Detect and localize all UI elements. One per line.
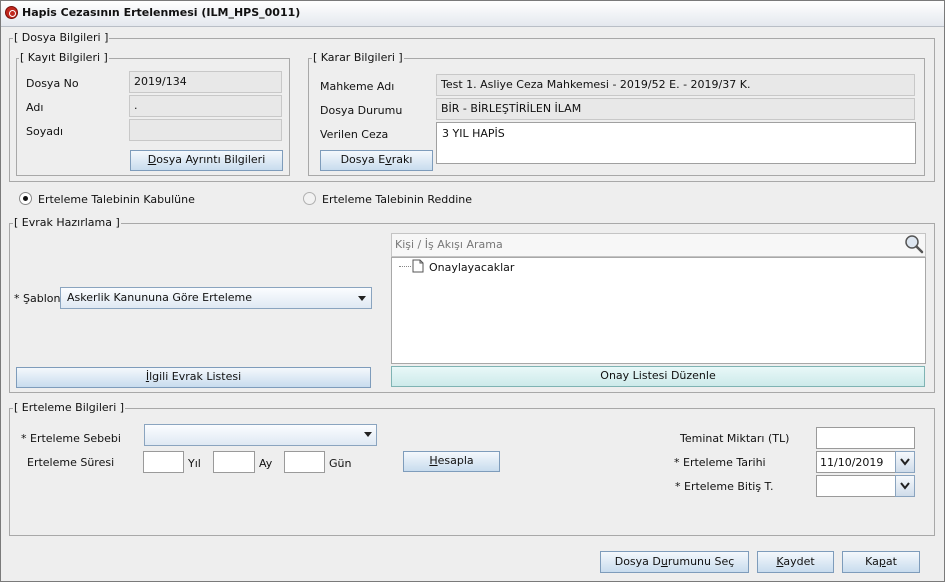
button-label: lgili Evrak Listesi	[149, 370, 242, 383]
sablon-dropdown-icon[interactable]	[358, 296, 366, 301]
adi-field: .	[129, 95, 282, 117]
yil-label: Yıl	[188, 457, 201, 470]
button-label-end: rumunu Seç	[667, 555, 735, 568]
erteleme-bilgileri-legend: [ Erteleme Bilgileri ]	[13, 401, 126, 414]
button-mnemonic: H	[429, 454, 438, 467]
search-icon[interactable]	[903, 234, 925, 254]
soyadi-field	[129, 119, 282, 141]
dosya-durumu-field: BİR - BİRLEŞTİRİLEN İLAM	[436, 98, 915, 120]
kayit-bilgileri-legend: [ Kayıt Bilgileri ]	[19, 51, 109, 64]
dosya-bilgileri-legend: [ Dosya Bilgileri ]	[13, 31, 110, 44]
dosya-evraki-button[interactable]: Dosya Evrakı	[320, 150, 433, 171]
yil-input[interactable]	[143, 451, 184, 473]
verilen-ceza-field[interactable]: 3 YIL HAPİS	[436, 122, 916, 164]
kabul-radio-label[interactable]: Erteleme Talebinin Kabulüne	[38, 193, 195, 206]
tree-item-onaylayacaklar[interactable]: Onaylayacaklar	[429, 261, 514, 274]
button-label-start: Dosya D	[614, 555, 661, 568]
gun-input[interactable]	[284, 451, 325, 473]
onay-listesi-duzenle-button[interactable]: Onay Listesi Düzenle	[391, 366, 925, 387]
mahkeme-adi-label: Mahkeme Adı	[320, 80, 395, 93]
tree-connector	[399, 266, 411, 267]
button-mnemonic: D	[147, 153, 157, 166]
verilen-ceza-label: Verilen Ceza	[320, 128, 389, 141]
soyadi-label: Soyadı	[26, 125, 64, 138]
button-label: osya Ayrıntı Bilgileri	[156, 153, 266, 166]
adi-label: Adı	[26, 101, 44, 114]
erteleme-tarihi-label: * Erteleme Tarihi	[674, 456, 766, 469]
erteleme-tarihi-input[interactable]: 11/10/2019	[816, 451, 896, 473]
ilgili-evrak-listesi-button[interactable]: İlgili Evrak Listesi	[16, 367, 371, 388]
button-label: esapla	[437, 454, 474, 467]
button-label-end: rakı	[391, 153, 413, 166]
document-icon	[412, 259, 424, 273]
erteleme-bitis-input[interactable]	[816, 475, 896, 497]
karar-bilgileri-legend: [ Karar Bilgileri ]	[312, 51, 404, 64]
mahkeme-adi-field: Test 1. Asliye Ceza Mahkemesi - 2019/52 …	[436, 74, 915, 96]
teminat-miktari-input[interactable]	[816, 427, 915, 449]
teminat-miktari-label: Teminat Miktarı (TL)	[680, 432, 790, 445]
button-label-start: Ka	[865, 555, 879, 568]
button-label-end: at	[885, 555, 897, 568]
dosya-ayrinti-bilgileri-button[interactable]: Dosya Ayrıntı Bilgileri	[130, 150, 283, 171]
chevron-down-icon[interactable]	[900, 458, 910, 466]
dosya-no-field: 2019/134	[129, 71, 282, 93]
gun-label: Gün	[329, 457, 352, 470]
dosya-no-label: Dosya No	[26, 77, 79, 90]
erteleme-sebebi-combo[interactable]	[144, 424, 377, 446]
ay-input[interactable]	[213, 451, 255, 473]
app-logo-icon	[5, 6, 18, 19]
erteleme-sebebi-dropdown-icon[interactable]	[364, 432, 372, 437]
ret-radio-label[interactable]: Erteleme Talebinin Reddine	[322, 193, 472, 206]
erteleme-sebebi-label: * Erteleme Sebebi	[21, 432, 121, 445]
button-mnemonic: u	[660, 555, 668, 568]
button-label: aydet	[783, 555, 815, 568]
chevron-down-icon[interactable]	[900, 482, 910, 490]
kaydet-button[interactable]: Kaydet	[757, 551, 834, 573]
kapat-button[interactable]: Kapat	[842, 551, 920, 573]
kabul-radio[interactable]	[19, 192, 32, 205]
sablon-combo[interactable]: Askerlik Kanununa Göre Erteleme	[60, 287, 372, 309]
ret-radio[interactable]	[303, 192, 316, 205]
button-mnemonic: p	[878, 555, 886, 568]
sablon-selected-value: Askerlik Kanununa Göre Erteleme	[67, 291, 253, 304]
window-title: Hapis Cezasının Ertelenmesi (ILM_HPS_001…	[22, 6, 301, 19]
button-label-start: Dosya E	[340, 153, 386, 166]
sablon-label: * Şablon	[14, 292, 61, 305]
hesapla-button[interactable]: Hesapla	[403, 451, 500, 472]
evrak-hazirlama-legend: [ Evrak Hazırlama ]	[13, 216, 121, 229]
dosya-durumu-label: Dosya Durumu	[320, 104, 403, 117]
dosya-durumunu-sec-button[interactable]: Dosya Durumunu Seç	[600, 551, 749, 573]
search-input[interactable]: Kişi / İş Akışı Arama	[395, 238, 503, 251]
ay-label: Ay	[259, 457, 273, 470]
erteleme-bitis-label: * Erteleme Bitiş T.	[675, 480, 774, 493]
erteleme-suresi-label: Erteleme Süresi	[27, 456, 115, 469]
